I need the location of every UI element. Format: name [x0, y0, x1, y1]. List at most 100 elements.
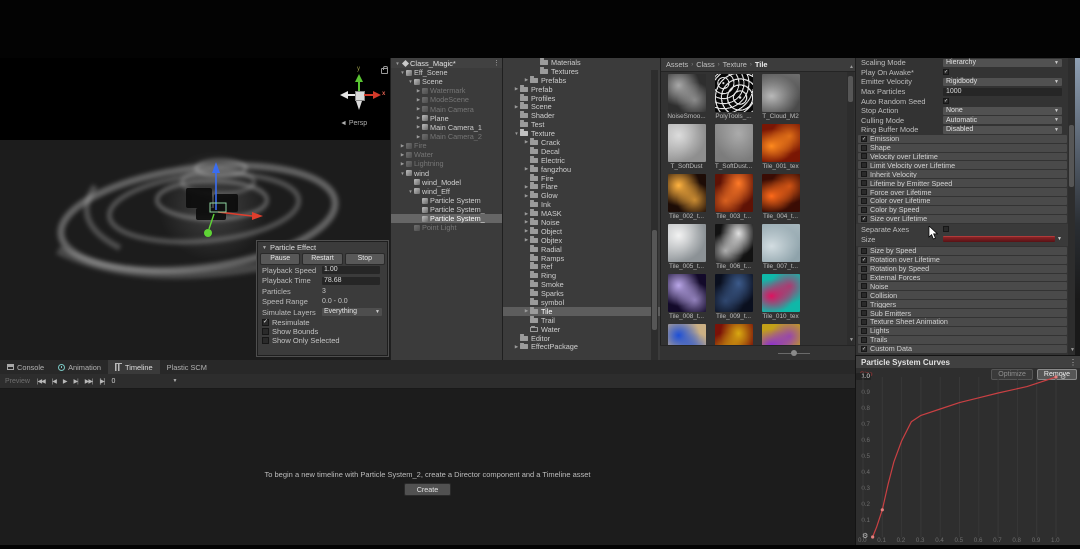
project-folder[interactable]: Smoke — [503, 280, 661, 289]
texture-thumbnail[interactable] — [762, 174, 800, 212]
play-range-button[interactable]: [▶] — [100, 378, 105, 385]
foldout-arrow-icon[interactable]: ▶ — [513, 344, 520, 350]
project-folder[interactable]: Textures — [503, 67, 661, 76]
checkbox[interactable] — [262, 328, 269, 335]
project-folder[interactable]: Ink — [503, 200, 661, 209]
project-folder[interactable]: Ref — [503, 262, 661, 271]
pause-button[interactable]: Pause — [260, 253, 300, 265]
module-toggle[interactable]: Velocity over Lifetime — [858, 153, 1067, 161]
texture-thumbnail[interactable] — [715, 74, 753, 112]
foldout-arrow-icon[interactable]: ▼ — [399, 171, 406, 176]
module-toggle[interactable]: ✓Rotation over Lifetime — [858, 256, 1067, 264]
texture-item[interactable]: T_SoftDust — [664, 123, 709, 172]
play-button[interactable]: ▶ — [63, 378, 67, 385]
module-toggle[interactable]: Lights — [858, 327, 1067, 335]
gizmo-x-axis-icon[interactable] — [373, 91, 381, 99]
module-toggle[interactable]: Size by Speed — [858, 247, 1067, 255]
folders-scrollbar-thumb[interactable] — [652, 230, 657, 330]
project-folder[interactable]: ▶EffectPackage — [503, 343, 661, 352]
size-curve-field[interactable] — [943, 236, 1055, 242]
breadcrumb-item[interactable]: Class — [696, 60, 714, 69]
texture-item[interactable]: Tile_001_tex — [758, 123, 803, 172]
foldout-arrow-icon[interactable]: ▶ — [523, 237, 530, 243]
hierarchy-item[interactable]: ▶Fire — [391, 141, 503, 150]
project-folder[interactable]: ▶Noise — [503, 218, 661, 227]
inspector-scrollbar-thumb[interactable] — [1069, 125, 1074, 187]
texture-thumbnail[interactable] — [715, 224, 753, 262]
texture-thumbnail[interactable] — [715, 174, 753, 212]
hierarchy-item[interactable]: Particle System_ — [391, 214, 503, 223]
module-checkbox[interactable] — [861, 145, 867, 151]
project-folder[interactable]: ▼Texture — [503, 129, 661, 138]
module-toggle[interactable]: Color by Speed — [858, 206, 1067, 214]
foldout-arrow-icon[interactable]: ▶ — [523, 308, 530, 314]
hierarchy-item[interactable]: ▼wind_Eff — [391, 187, 503, 196]
stop-button[interactable]: Stop — [345, 253, 385, 265]
gizmo-left-axis-icon[interactable] — [340, 91, 348, 99]
separate-axes-checkbox[interactable] — [943, 226, 949, 232]
foldout-arrow-icon[interactable]: ▼ — [407, 79, 414, 84]
curve-start-gear-icon[interactable]: ⚙ — [862, 532, 868, 540]
curve-key[interactable] — [871, 535, 874, 538]
grid-scrollbar[interactable] — [847, 72, 854, 345]
module-toggle[interactable]: External Forces — [858, 274, 1067, 282]
breadcrumb-item[interactable]: Assets — [666, 60, 688, 69]
project-folder[interactable]: ▶Prefab — [503, 85, 661, 94]
preview-toggle[interactable]: Preview — [5, 378, 30, 385]
breadcrumb-item[interactable]: Tile — [755, 60, 768, 69]
hierarchy-item[interactable]: Point Light — [391, 223, 503, 232]
texture-item[interactable]: Tile_007_t... — [758, 223, 803, 272]
more-options-icon[interactable]: ⋮ — [493, 59, 500, 67]
module-toggle[interactable]: Sub Emitters — [858, 309, 1067, 317]
gizmo-center-cube[interactable] — [355, 91, 365, 101]
collapse-triangle-icon[interactable]: ▼ — [262, 245, 267, 251]
gizmo-down-axis-icon[interactable] — [356, 101, 362, 110]
project-folder[interactable]: Ring — [503, 271, 661, 280]
texture-thumbnail[interactable] — [668, 124, 706, 162]
project-folder[interactable]: Radial — [503, 245, 661, 254]
project-folder[interactable]: ▶Prefabs — [503, 76, 661, 85]
property-dropdown[interactable]: Disabled▼ — [943, 126, 1062, 134]
foldout-arrow-icon[interactable]: ▶ — [415, 106, 422, 112]
module-toggle[interactable]: ✓Custom Data — [858, 345, 1067, 353]
property-dropdown[interactable]: Automatic▼ — [943, 116, 1062, 124]
module-toggle[interactable]: Color over Lifetime — [858, 197, 1067, 205]
orientation-gizmo[interactable]: y x ◄ Persp — [336, 68, 388, 130]
curve-key[interactable] — [881, 508, 884, 511]
module-toggle[interactable]: Lifetime by Emitter Speed — [858, 179, 1067, 187]
hierarchy-item[interactable]: ▶Main Camera — [391, 105, 503, 114]
module-toggle[interactable]: ✓Size over Lifetime — [858, 215, 1067, 223]
field-input[interactable]: 78.68 — [322, 277, 380, 285]
project-folder[interactable]: Profiles — [503, 94, 661, 103]
step-forward-button[interactable]: ▶| — [74, 378, 78, 385]
foldout-arrow-icon[interactable]: ▶ — [415, 124, 422, 130]
module-checkbox[interactable] — [861, 274, 867, 280]
curve-end-gear-icon[interactable]: ⚙ — [1060, 373, 1066, 381]
property-checkbox[interactable]: ✓ — [943, 69, 949, 75]
curve-editor[interactable] — [856, 356, 1080, 546]
project-folder[interactable]: Water — [503, 325, 661, 334]
hierarchy-item[interactable]: wind_Model — [391, 178, 503, 187]
module-checkbox[interactable] — [861, 248, 867, 254]
module-checkbox[interactable] — [861, 207, 867, 213]
texture-thumbnail[interactable] — [668, 224, 706, 262]
hierarchy-item[interactable]: Particle System — [391, 196, 503, 205]
project-folder[interactable]: Test — [503, 120, 661, 129]
module-checkbox[interactable] — [861, 171, 867, 177]
foldout-arrow-icon[interactable]: ▶ — [415, 88, 422, 94]
module-toggle[interactable]: Inherit Velocity — [858, 170, 1067, 178]
foldout-arrow-icon[interactable]: ▼ — [513, 131, 520, 136]
foldout-arrow-icon[interactable]: ▶ — [523, 193, 530, 199]
hierarchy-item[interactable]: ▶ModeScene — [391, 95, 503, 104]
scroll-down-icon[interactable]: ▼ — [849, 337, 854, 343]
foldout-arrow-icon[interactable]: ▶ — [523, 211, 530, 217]
module-checkbox[interactable] — [861, 292, 867, 298]
foldout-arrow-icon[interactable]: ▶ — [523, 166, 530, 172]
project-folder[interactable]: ▶Flare — [503, 182, 661, 191]
scroll-up-icon[interactable]: ▲ — [849, 64, 854, 70]
inspector-scrollbar[interactable] — [1068, 58, 1075, 355]
project-folder[interactable]: symbol — [503, 298, 661, 307]
module-checkbox[interactable]: ✓ — [861, 216, 867, 222]
foldout-arrow-icon[interactable]: ▶ — [523, 139, 530, 145]
module-checkbox[interactable]: ✓ — [861, 136, 867, 142]
